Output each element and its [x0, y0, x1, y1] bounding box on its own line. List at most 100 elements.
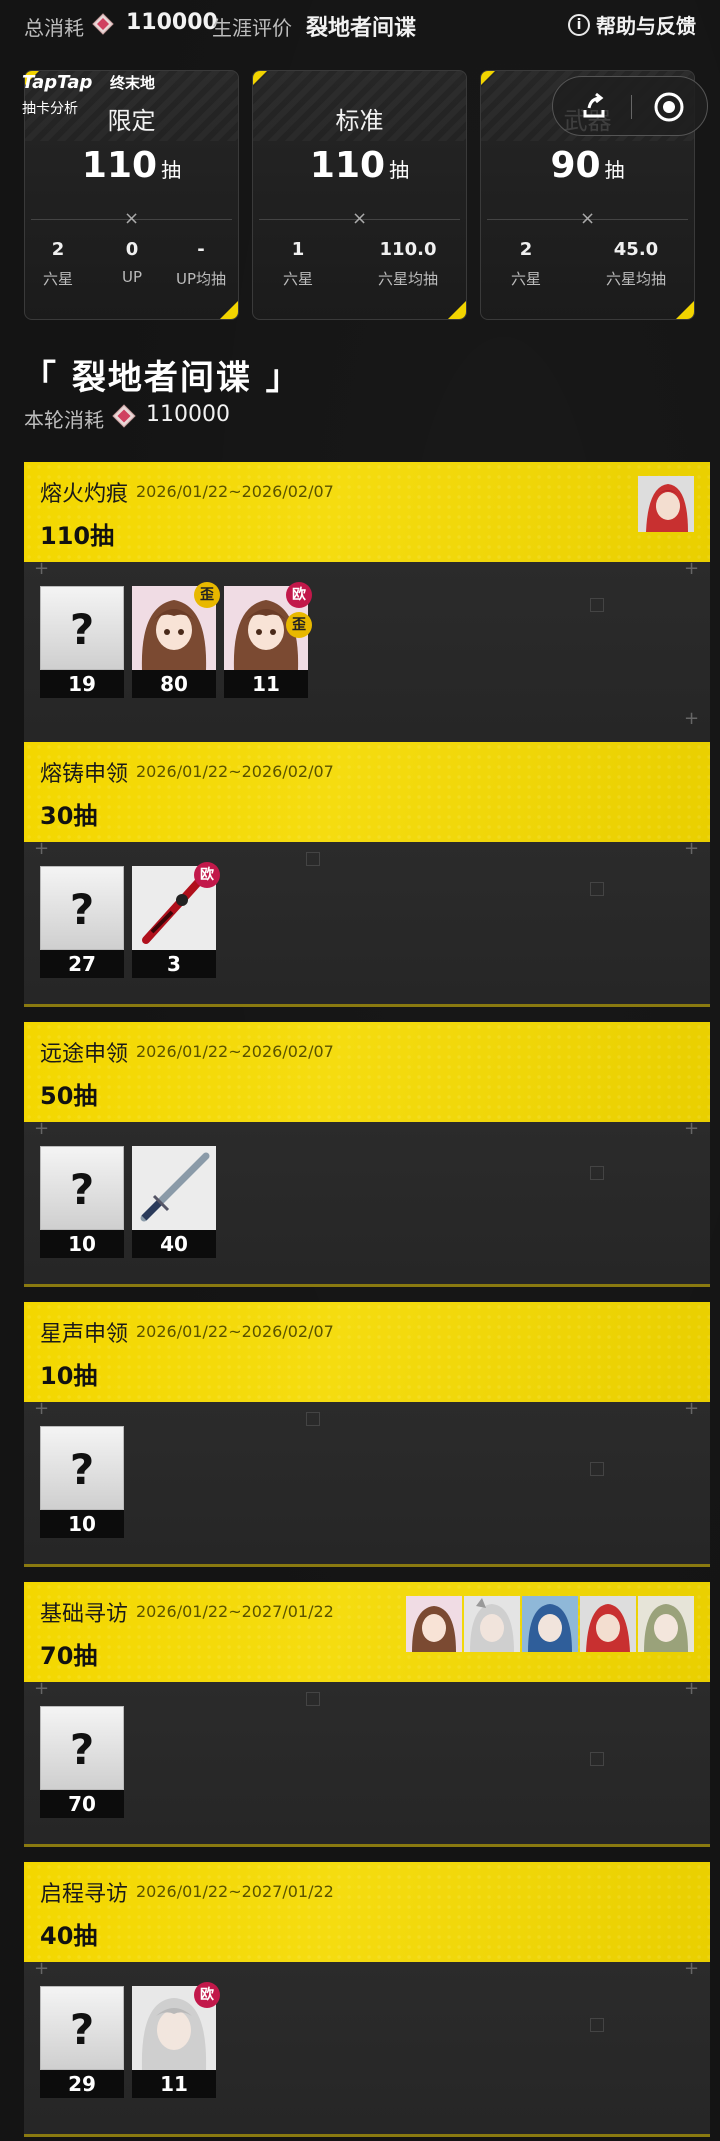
banner-card[interactable]: 启程寻访 2026/01/22~2027/01/22 40抽 + + ? 29 … [24, 1862, 710, 2141]
banner-date: 2026/01/22~2026/02/07 [136, 1322, 334, 1341]
operator-portrait [638, 476, 694, 532]
info-icon: i [568, 13, 590, 36]
banner-date: 2026/01/22~2027/01/22 [136, 1882, 334, 1901]
pull-tile[interactable]: 歪 80 [132, 582, 220, 700]
gem-icon [112, 404, 136, 428]
help-button[interactable]: i 帮助与反馈 [568, 10, 696, 39]
banner-body: + + + ? 19 歪 80 欧 歪 11 [24, 558, 710, 745]
pull-count: 27 [40, 950, 124, 978]
pool-x: × [579, 208, 596, 229]
section-title: 「 裂地者间谍 」 [22, 358, 302, 398]
banner-header: 星声申领 2026/01/22~2026/02/07 10抽 [24, 1302, 710, 1402]
pool-stat: 45.0 六星均抽 [605, 239, 666, 288]
pull-count: 11 [224, 670, 308, 698]
pull-count: 10 [40, 1230, 124, 1258]
help-label: 帮助与反馈 [596, 14, 696, 38]
pool-stat: 0 UP [121, 239, 143, 286]
pull-tile[interactable]: ? 10 [40, 1146, 124, 1260]
pool-stat: - UP均抽 [175, 239, 227, 288]
banner-card[interactable]: 熔火灼痕 2026/01/22~2026/02/07 110抽 + + + ? … [24, 462, 710, 745]
banner-count: 50抽 [40, 1082, 98, 1110]
eval-label: 生涯评价 [212, 16, 292, 40]
game-logo: 终末地 [110, 74, 156, 92]
pool-count: 90 抽 [550, 145, 625, 186]
pull-count: 10 [40, 1510, 124, 1538]
pool-card-standard[interactable]: 标准 110 抽 × 1 六星 110.0 六星均抽 [252, 70, 467, 320]
top-bar: 总消耗 110000 生涯评价 裂地者间谍 i 帮助与反馈 [0, 0, 720, 50]
pull-tile[interactable]: ? 27 [40, 866, 124, 980]
pull-tile[interactable]: 欧 11 [132, 1982, 220, 2100]
badge-off-rate: 歪 [194, 582, 220, 608]
banner-count: 110抽 [40, 522, 115, 550]
pull-tile[interactable]: ? 10 [40, 1426, 124, 1540]
banner-date: 2026/01/22~2026/02/07 [136, 1042, 334, 1061]
operator-portrait [638, 1596, 694, 1652]
banner-count: 70抽 [40, 1642, 98, 1670]
floating-toolbar [552, 76, 708, 136]
operator-portrait [522, 1596, 578, 1652]
record-icon[interactable] [653, 91, 685, 123]
pull-tile[interactable]: 欧 3 [132, 862, 220, 980]
weapon-image [132, 1146, 216, 1230]
pool-name: 标准 [335, 107, 384, 135]
operator-portrait [580, 1596, 636, 1652]
banner-header: 远途申领 2026/01/22~2026/02/07 50抽 [24, 1022, 710, 1122]
pull-tile[interactable]: ? 29 [40, 1986, 124, 2100]
pool-count: 110 抽 [309, 145, 410, 186]
pool-count: 110 抽 [81, 145, 182, 186]
banner-card[interactable]: 基础寻访 2026/01/22~2027/01/22 70抽 + + ? 70 [24, 1582, 710, 1847]
banner-body: + + ? 10 [24, 1398, 710, 1567]
banner-card[interactable]: 熔铸申领 2026/01/22~2026/02/07 30抽 + + ? 27 … [24, 742, 710, 1007]
pull-tile[interactable]: ? 19 [40, 586, 124, 700]
banner-header: 基础寻访 2026/01/22~2027/01/22 70抽 [24, 1582, 710, 1682]
banner-name: 启程寻访 [40, 1882, 129, 1907]
section-sub-label: 本轮消耗 [24, 408, 104, 432]
pool-x: × [123, 208, 140, 229]
banner-date: 2026/01/22~2027/01/22 [136, 1602, 334, 1621]
gem-icon [92, 13, 114, 35]
pool-stat: 2 六星 [510, 239, 541, 288]
banner-body: + + ? 27 欧 3 [24, 838, 710, 1007]
banner-body: + + ? 70 [24, 1678, 710, 1847]
pull-count: 19 [40, 670, 124, 698]
banner-body: + + ? 29 欧 11 [24, 1958, 710, 2137]
total-value: 110000 [126, 10, 218, 35]
banner-card[interactable]: 星声申领 2026/01/22~2026/02/07 10抽 + + ? 10 [24, 1302, 710, 1567]
banner-count: 30抽 [40, 802, 98, 830]
brand-subtitle: 抽卡分析 [22, 101, 78, 117]
banner-name: 熔火灼痕 [40, 482, 129, 507]
pull-count: 40 [132, 1230, 216, 1258]
pull-tile[interactable]: ? 70 [40, 1706, 124, 1820]
badge-lucky: 欧 [194, 862, 220, 888]
operator-portrait [406, 1596, 462, 1652]
pull-count: 29 [40, 2070, 124, 2098]
banner-header: 熔铸申领 2026/01/22~2026/02/07 30抽 [24, 742, 710, 842]
pull-count: 80 [132, 670, 216, 698]
pull-count: 70 [40, 1790, 124, 1818]
banner-card[interactable]: 远途申领 2026/01/22~2026/02/07 50抽 + + ? 10 … [24, 1022, 710, 1287]
banner-count: 10抽 [40, 1362, 98, 1390]
section-sub-value: 110000 [146, 402, 230, 427]
pool-x: × [351, 208, 368, 229]
page: 总消耗 110000 生涯评价 裂地者间谍 i 帮助与反馈 限定 110 抽 × … [0, 0, 720, 2141]
share-icon[interactable] [579, 92, 609, 122]
banner-header: 熔火灼痕 2026/01/22~2026/02/07 110抽 [24, 462, 710, 562]
pull-tile[interactable]: 40 [132, 1146, 216, 1260]
pool-stat: 2 六星 [42, 239, 73, 288]
taptap-logo: TapTap [22, 72, 93, 93]
badge-lucky: 欧 [286, 582, 312, 608]
banner-name: 远途申领 [40, 1042, 129, 1067]
operator-portrait [464, 1596, 520, 1652]
badge-off-rate: 歪 [286, 612, 312, 638]
banner-date: 2026/01/22~2026/02/07 [136, 762, 334, 781]
banner-body: + + ? 10 40 [24, 1118, 710, 1287]
eval-value: 裂地者间谍 [306, 16, 417, 41]
banner-name: 基础寻访 [40, 1602, 129, 1627]
pull-tile[interactable]: 欧 歪 11 [224, 582, 312, 700]
banner-date: 2026/01/22~2026/02/07 [136, 482, 334, 501]
banner-header: 启程寻访 2026/01/22~2027/01/22 40抽 [24, 1862, 710, 1962]
total-label: 总消耗 [24, 16, 84, 40]
banner-count: 40抽 [40, 1922, 98, 1950]
badge-lucky: 欧 [194, 1982, 220, 2008]
pool-stat: 1 六星 [282, 239, 313, 288]
